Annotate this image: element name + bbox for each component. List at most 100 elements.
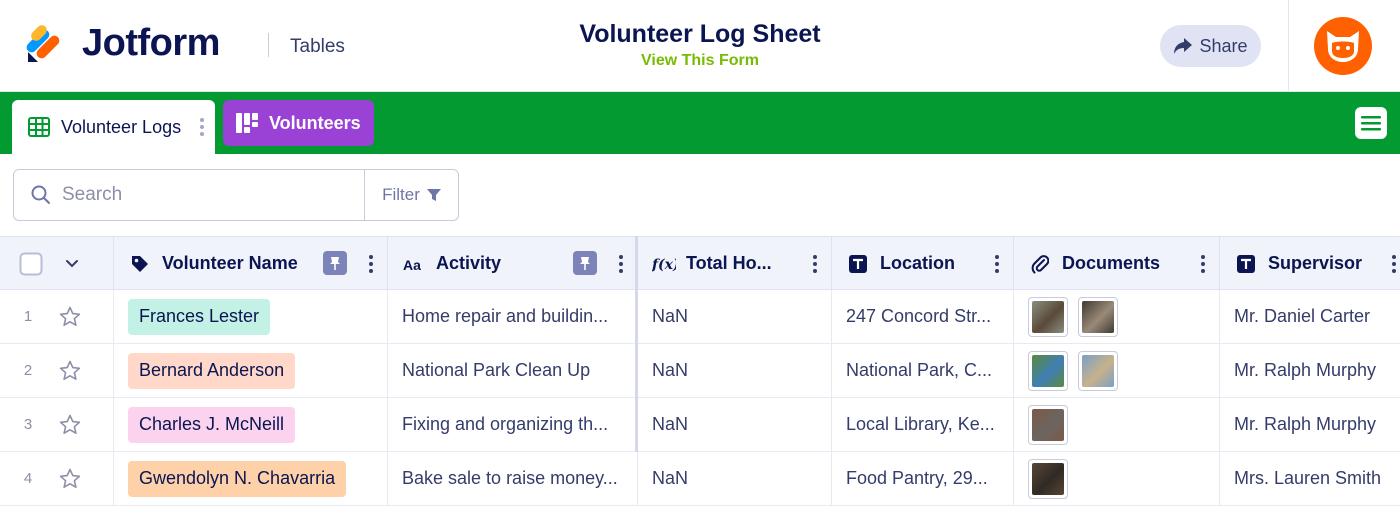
page-title: Volunteer Log Sheet (579, 20, 821, 48)
table-row[interactable]: 1 Frances Lester Home repair and buildin… (0, 290, 1400, 344)
location-text: National Park, C... (846, 360, 993, 380)
total-hours-cell[interactable]: NaN (638, 290, 832, 343)
supervisor-cell[interactable]: Mr. Daniel Carter (1220, 290, 1400, 343)
document-image (1032, 300, 1064, 333)
document-thumbnail[interactable] (1078, 296, 1118, 337)
search-icon (31, 185, 50, 204)
document-image (1082, 354, 1114, 387)
location-cell[interactable]: Local Library, Ke... (832, 398, 1014, 451)
hamburger-menu-icon (1361, 116, 1381, 131)
kanban-board-icon (236, 113, 258, 133)
supervisor-text: Mr. Ralph Murphy (1234, 414, 1377, 434)
document-image (1032, 462, 1064, 495)
jotform-logo[interactable]: Jotform (26, 22, 220, 65)
tab-label: Volunteer Logs (61, 116, 182, 137)
column-header-activity[interactable]: Aa Activity (388, 237, 638, 290)
activity-cell[interactable]: Bake sale to raise money... (388, 452, 638, 505)
filter-button[interactable]: Filter (364, 170, 459, 220)
volunteer-name-cell[interactable]: Gwendolyn N. Chavarria (114, 452, 388, 505)
pin-column-button[interactable] (573, 251, 597, 275)
column-header-total-hours[interactable]: f(x) Total Ho... (638, 237, 832, 290)
view-form-link[interactable]: View This Form (450, 52, 950, 70)
activity-cell[interactable]: Fixing and organizing th... (388, 398, 638, 451)
column-options-icon[interactable] (1392, 254, 1396, 274)
formula-icon: f(x) (652, 257, 676, 273)
document-thumbnail[interactable] (1028, 350, 1068, 391)
total-hours-cell[interactable]: NaN (638, 398, 832, 451)
select-all-header (0, 237, 114, 290)
table-row[interactable]: 3 Charles J. McNeill Fixing and organizi… (0, 398, 1400, 452)
tab-volunteer-logs[interactable]: Volunteer Logs (12, 100, 215, 154)
total-hours-text: NaN (652, 306, 689, 326)
column-header-location[interactable]: Location (832, 237, 1014, 290)
location-cell[interactable]: 247 Concord Str... (832, 290, 1014, 343)
volunteer-name-cell[interactable]: Bernard Anderson (114, 344, 388, 397)
supervisor-text: Mr. Daniel Carter (1234, 306, 1371, 326)
share-label: Share (1199, 35, 1248, 56)
select-all-checkbox[interactable] (19, 252, 43, 276)
column-header-documents[interactable]: Documents (1014, 237, 1220, 290)
row-controls-cell (0, 452, 114, 505)
activity-text: National Park Clean Up (402, 360, 591, 380)
column-header-supervisor[interactable]: Supervisor (1220, 237, 1400, 290)
row-controls-cell (0, 398, 114, 451)
column-header-volunteer-name[interactable]: Volunteer Name (114, 237, 388, 290)
table-menu-button[interactable] (1355, 107, 1387, 139)
volunteer-name-cell[interactable]: Frances Lester (114, 290, 388, 343)
total-hours-cell[interactable]: NaN (638, 452, 832, 505)
column-options-icon[interactable] (1201, 254, 1205, 274)
search-input[interactable] (62, 184, 352, 206)
document-thumbnail[interactable] (1078, 350, 1118, 391)
column-options-icon[interactable] (619, 254, 623, 274)
location-cell[interactable]: National Park, C... (832, 344, 1014, 397)
user-avatar[interactable] (1314, 17, 1372, 75)
search-bar: Filter (13, 169, 459, 221)
column-options-icon[interactable] (995, 254, 999, 274)
row-controls-cell (0, 290, 114, 343)
table-row[interactable]: 2 Bernard Anderson National Park Clean U… (0, 344, 1400, 398)
document-thumbnail[interactable] (1028, 404, 1068, 445)
paperclip-icon (1031, 254, 1049, 273)
total-hours-text: NaN (652, 414, 689, 434)
column-options-icon[interactable] (813, 254, 817, 274)
activity-text: Home repair and buildin... (402, 306, 609, 326)
documents-cell[interactable] (1014, 452, 1220, 505)
documents-cell[interactable] (1014, 290, 1220, 343)
share-arrow-icon (1174, 38, 1193, 54)
total-hours-text: NaN (652, 468, 689, 488)
svg-text:f(x): f(x) (652, 257, 676, 273)
supervisor-cell[interactable]: Mrs. Lauren Smith (1220, 452, 1400, 505)
chevron-down-icon[interactable] (65, 259, 79, 269)
activity-text: Bake sale to raise money... (402, 468, 618, 488)
column-options-icon[interactable] (369, 254, 373, 274)
volunteer-name-tag: Charles J. McNeill (128, 406, 296, 443)
pin-column-button[interactable] (323, 251, 347, 275)
drag-handle-icon[interactable] (199, 117, 205, 137)
table-row[interactable]: 4 Gwendolyn N. Chavarria Bake sale to ra… (0, 452, 1400, 506)
document-image (1032, 354, 1064, 387)
column-label: Volunteer Name (162, 253, 298, 273)
column-label: Supervisor (1268, 253, 1363, 273)
document-thumbnail[interactable] (1028, 458, 1068, 499)
document-image (1082, 300, 1114, 333)
activity-cell[interactable]: National Park Clean Up (388, 344, 638, 397)
supervisor-text: Mrs. Lauren Smith (1234, 468, 1382, 488)
tab-bar: Volunteer Logs Volunteers (0, 92, 1400, 154)
location-text: Local Library, Ke... (846, 414, 995, 434)
tab-volunteers[interactable]: Volunteers (223, 100, 374, 146)
documents-cell[interactable] (1014, 398, 1220, 451)
frozen-column-divider[interactable] (635, 236, 638, 452)
supervisor-cell[interactable]: Mr. Ralph Murphy (1220, 398, 1400, 451)
supervisor-text: Mr. Ralph Murphy (1234, 360, 1377, 380)
activity-cell[interactable]: Home repair and buildin... (388, 290, 638, 343)
document-thumbnail[interactable] (1028, 296, 1068, 337)
page-title-block: Volunteer Log Sheet View This Form (450, 20, 950, 70)
funnel-icon (426, 189, 441, 201)
supervisor-cell[interactable]: Mr. Ralph Murphy (1220, 344, 1400, 397)
column-label: Activity (436, 253, 502, 273)
location-cell[interactable]: Food Pantry, 29... (832, 452, 1014, 505)
volunteer-name-cell[interactable]: Charles J. McNeill (114, 398, 388, 451)
share-button[interactable]: Share (1160, 25, 1261, 67)
total-hours-cell[interactable]: NaN (638, 344, 832, 397)
documents-cell[interactable] (1014, 344, 1220, 397)
